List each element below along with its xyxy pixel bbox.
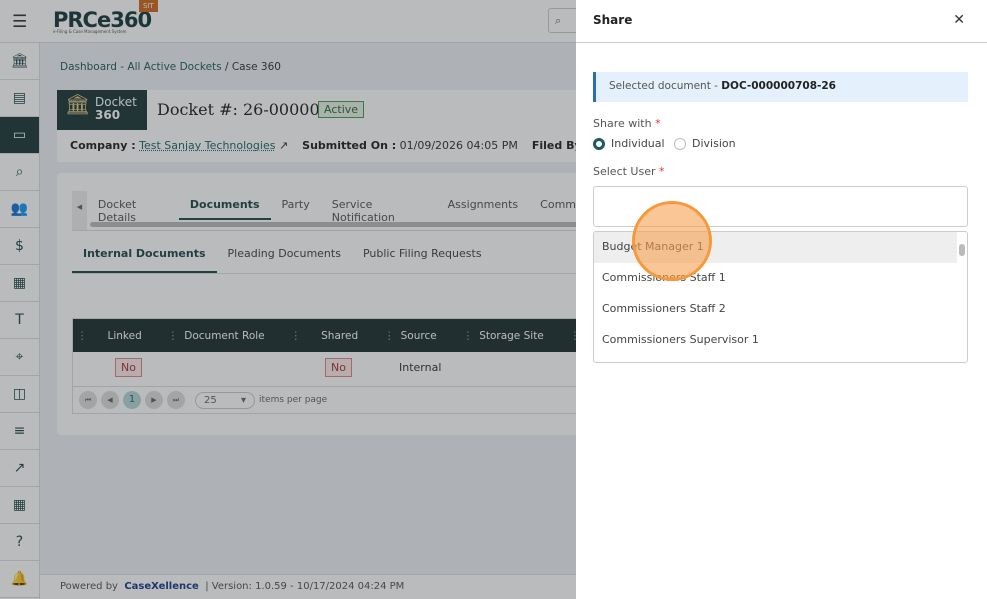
close-icon[interactable]: ✕ bbox=[953, 12, 965, 28]
share-with-label: Share with * bbox=[593, 117, 661, 130]
radio-unchecked-icon bbox=[674, 137, 686, 150]
user-option[interactable]: Commissioners Staff 2 bbox=[594, 294, 957, 325]
drawer-title: Share bbox=[576, 0, 987, 43]
radio-division[interactable]: Division bbox=[674, 137, 736, 150]
selected-document-info: Selected document - DOC-000000708-26 bbox=[593, 72, 968, 102]
select-user-label: Select User * bbox=[593, 165, 665, 178]
select-user-text: Select User bbox=[593, 165, 656, 178]
radio-individual-label: Individual bbox=[611, 137, 665, 150]
share-with-text: Share with bbox=[593, 117, 652, 130]
radio-division-label: Division bbox=[692, 137, 736, 150]
list-scrollbar[interactable] bbox=[959, 244, 965, 256]
click-indicator bbox=[632, 201, 712, 281]
share-drawer: Share ✕ Selected document - DOC-00000070… bbox=[576, 0, 987, 599]
radio-individual[interactable]: Individual bbox=[593, 137, 665, 150]
selected-label: Selected document - bbox=[609, 80, 722, 92]
selected-doc-id: DOC-000000708-26 bbox=[721, 80, 836, 92]
radio-checked-icon bbox=[593, 137, 605, 150]
user-option[interactable]: Commissioners Supervisor 1 bbox=[594, 325, 957, 356]
